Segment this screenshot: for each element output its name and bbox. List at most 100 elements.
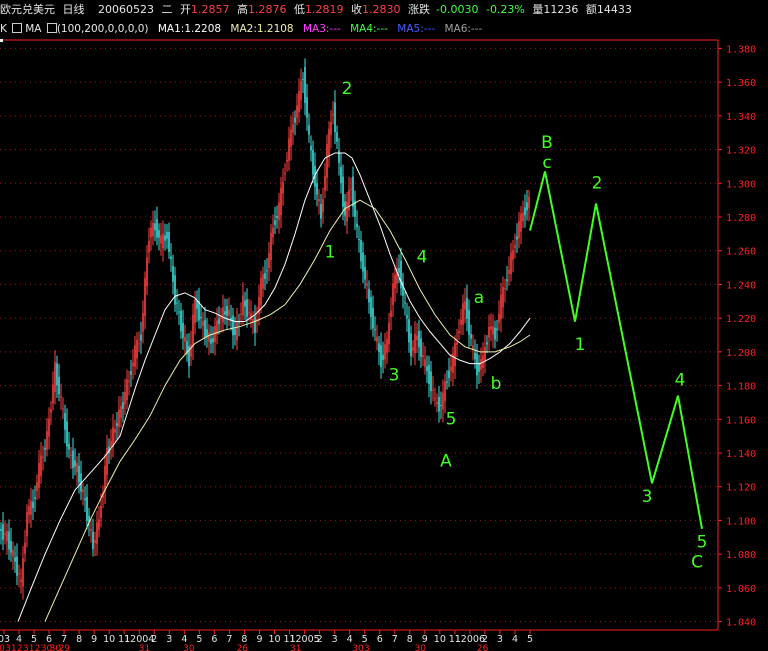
x-tick-label: 5	[196, 634, 202, 645]
candle-up-body	[60, 396, 62, 398]
y-tick-label: 1.340	[726, 112, 756, 123]
candle-down-body	[200, 316, 202, 318]
x-day-label: 31	[23, 644, 34, 651]
candle-up-body	[272, 227, 274, 238]
candle-up-body	[190, 344, 192, 357]
candle-up-body	[332, 114, 334, 116]
wave-label: 3	[389, 366, 400, 386]
candle-down-body	[68, 443, 70, 450]
candle-up-body	[62, 408, 64, 410]
candle-down-body	[382, 354, 384, 360]
wave-projection-line	[529, 171, 703, 530]
candle-up-body	[522, 212, 524, 222]
candle-down-body	[234, 328, 236, 335]
candle-up-body	[202, 320, 204, 326]
candle-down-body	[170, 256, 172, 260]
candle-up-body	[42, 456, 44, 458]
candle-up-body	[386, 339, 388, 354]
candle-up-body	[106, 448, 108, 475]
candle-down-body	[494, 327, 496, 340]
wave-label: 1	[325, 242, 336, 262]
candle-down-body	[466, 297, 468, 319]
y-tick-label: 1.240	[726, 280, 756, 291]
candle-up-body	[450, 366, 452, 371]
candle-up-body	[322, 199, 324, 213]
candle-down-body	[78, 465, 80, 483]
candle-up-body	[36, 482, 38, 492]
candle-up-body	[162, 233, 164, 249]
wave-label: 3	[642, 487, 653, 507]
candle-up-body	[282, 181, 284, 194]
candle-up-body	[184, 336, 186, 342]
x-tick-label: 10	[434, 634, 446, 645]
x-day-label: 2	[35, 644, 41, 651]
x-tick-label: 3	[332, 634, 338, 645]
candle-down-body	[438, 396, 440, 412]
candle-up-body	[502, 286, 504, 308]
candle-down-body	[44, 447, 46, 450]
candle-up-body	[50, 409, 52, 413]
candle-down-body	[302, 79, 304, 81]
candle-up-body	[148, 240, 150, 253]
candle-down-body	[404, 302, 406, 304]
candle-down-body	[58, 376, 60, 395]
y-tick-label: 1.060	[726, 584, 756, 595]
candle-up-body	[456, 341, 458, 345]
x-tick-label: 6	[211, 634, 217, 645]
price-chart[interactable]: 1.380 1.360 1.340 1.320 1.300 1.280 1.260 1.240…	[0, 0, 768, 651]
x-day-label: 31	[139, 644, 150, 651]
y-tick-label: 1.160	[726, 415, 756, 426]
candle-up-body	[30, 500, 32, 515]
candle-down-body	[16, 556, 18, 576]
x-day-label: 30	[352, 644, 364, 651]
candle-down-body	[408, 319, 410, 343]
candle-down-body	[342, 176, 344, 207]
candle-down-body	[8, 531, 10, 550]
wave-label: B	[541, 133, 553, 153]
candle-down-body	[166, 231, 168, 239]
candle-up-body	[330, 122, 332, 135]
candle-up-body	[142, 312, 144, 332]
candle-up-body	[520, 213, 522, 232]
x-tick-label: 3	[497, 634, 503, 645]
candle-up-body	[100, 505, 102, 519]
candle-up-body	[500, 294, 502, 320]
candle-up-body	[412, 347, 414, 351]
candle-down-body	[370, 297, 372, 317]
candle-up-body	[248, 312, 250, 314]
candle-up-body	[98, 519, 100, 530]
candle-up-body	[504, 288, 506, 290]
candle-up-body	[12, 549, 14, 557]
y-tick-label: 1.080	[726, 550, 756, 561]
x-day-label: 26	[477, 644, 489, 651]
candle-up-body	[152, 222, 154, 237]
candle-up-body	[284, 172, 286, 175]
candle-down-body	[56, 363, 58, 386]
candle-down-body	[174, 275, 176, 305]
candle-up-body	[394, 274, 396, 289]
ma2-line	[44, 199, 531, 622]
y-tick-label: 1.120	[726, 483, 756, 494]
candle-down-body	[362, 252, 364, 272]
candle-down-body	[336, 132, 338, 142]
candle-up-body	[384, 344, 386, 360]
candle-up-body	[236, 321, 238, 341]
candle-up-body	[414, 333, 416, 353]
candle-down-body	[340, 166, 342, 183]
candle-up-body	[298, 91, 300, 113]
candle-down-body	[306, 97, 308, 118]
candle-up-body	[512, 250, 514, 260]
candle-down-body	[420, 338, 422, 357]
candle-up-body	[350, 188, 352, 190]
candle-down-body	[34, 497, 36, 499]
candle-up-body	[510, 252, 512, 275]
candle-down-body	[232, 315, 234, 336]
candle-down-body	[84, 498, 86, 501]
candle-up-body	[270, 232, 272, 261]
candle-down-body	[86, 496, 88, 521]
candle-up-body	[70, 454, 72, 456]
candle-down-body	[474, 352, 476, 360]
candle-down-body	[334, 102, 336, 133]
candle-down-body	[410, 333, 412, 357]
candle-down-body	[406, 315, 408, 319]
